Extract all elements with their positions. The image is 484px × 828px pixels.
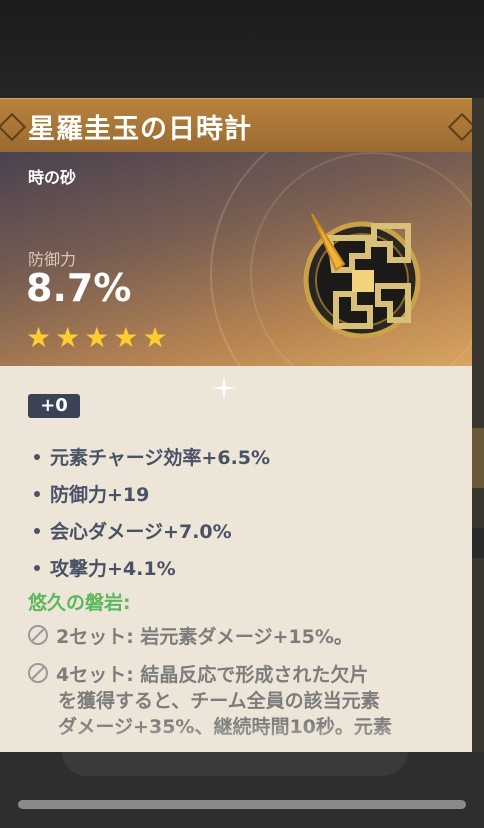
substat-item: 攻撃力+4.1% (28, 549, 270, 586)
substat-item: 元素チャージ効率+6.5% (28, 438, 270, 475)
artifact-sands-icon (303, 213, 421, 339)
horizontal-scrollbar[interactable] (18, 800, 466, 809)
star-icon: ★ (84, 321, 110, 354)
star-icon: ★ (55, 321, 81, 354)
inactive-slash-icon (28, 663, 48, 683)
bullet-icon (34, 453, 40, 460)
card-header: 星羅圭玉の日時計 (0, 98, 472, 152)
substat-text: 防御力+19 (50, 484, 150, 506)
ornament-icon (447, 112, 472, 142)
substat-text: 攻撃力+4.1% (50, 558, 176, 580)
artifact-name: 星羅圭玉の日時計 (28, 114, 252, 145)
bullet-icon (34, 564, 40, 571)
background-top (0, 0, 484, 98)
substat-text: 元素チャージ効率+6.5% (50, 447, 271, 469)
star-icon: ★ (142, 321, 168, 354)
rarity-stars: ★ ★ ★ ★ ★ (26, 324, 168, 354)
inactive-slash-icon (28, 625, 48, 645)
substat-item: 防御力+19 (28, 475, 270, 512)
set-effect-2pc-text: 2セット: 岩元素ダメージ+15%。 (56, 626, 353, 648)
card-hero: 時の砂 防御力 8.7% ★ ★ ★ ★ ★ (0, 152, 472, 366)
substat-text: 会心ダメージ+7.0% (50, 521, 232, 543)
artifact-type: 時の砂 (28, 168, 77, 187)
background-decoration (470, 528, 484, 558)
bullet-icon (34, 490, 40, 497)
set-name: 悠久の磐岩: (28, 592, 131, 614)
artifact-level-badge: +0 (28, 394, 80, 418)
substat-item: 会心ダメージ+7.0% (28, 512, 270, 549)
substat-list: 元素チャージ効率+6.5% 防御力+19 会心ダメージ+7.0% 攻撃力+4.1… (28, 438, 270, 586)
star-icon: ★ (113, 321, 139, 354)
ornament-icon (0, 112, 27, 142)
background-right-panel (470, 98, 484, 758)
main-stat-value: 8.7% (26, 266, 132, 310)
artifact-detail-card: 星羅圭玉の日時計 時の砂 防御力 8.7% ★ ★ ★ ★ ★ +0 元素チャー… (0, 98, 472, 752)
scroll-fade (0, 722, 472, 752)
sparkle-icon (212, 376, 236, 400)
card-body: +0 元素チャージ効率+6.5% 防御力+19 会心ダメージ+7.0% 攻撃力+… (0, 366, 472, 752)
set-effect-4pc-line: を獲得すると、チーム全員の該当元素 (58, 690, 380, 712)
star-icon: ★ (26, 321, 52, 354)
set-effect-4pc-line: 4セット: 結晶反応で形成された欠片 (56, 664, 369, 686)
background-decoration (470, 428, 484, 488)
bullet-icon (34, 527, 40, 534)
set-effect-2pc: 2セット: 岩元素ダメージ+15%。 (28, 624, 448, 650)
